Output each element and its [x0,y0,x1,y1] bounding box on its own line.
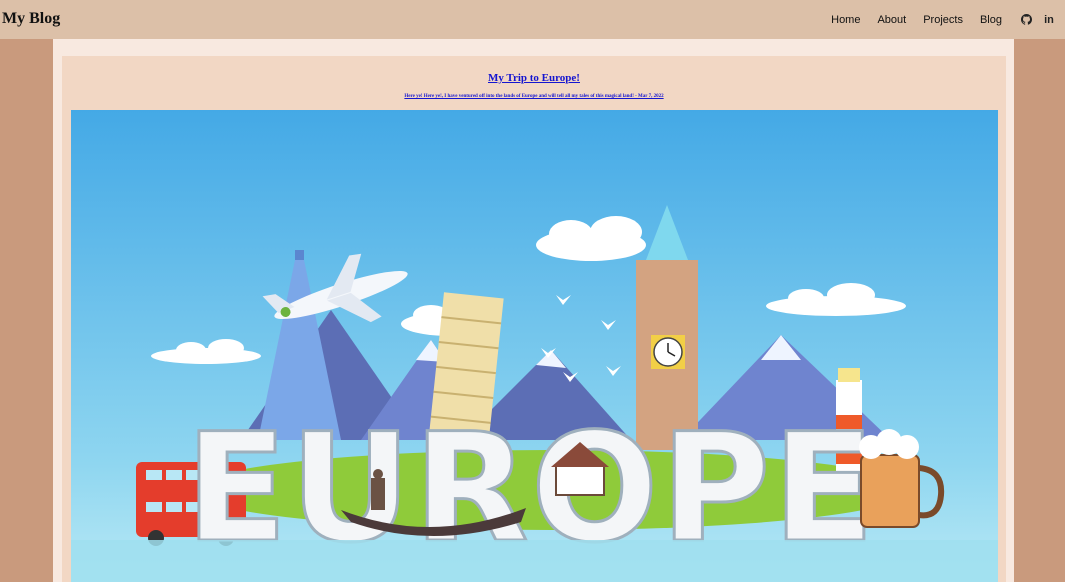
hero-image: EUROPE [71,110,998,582]
page-container: My Trip to Europe! Here ye! Here ye!, I … [53,39,1014,582]
linkedin-icon[interactable]: in [1042,13,1056,27]
nav-link-blog[interactable]: Blog [980,14,1002,26]
blog-post-card: My Trip to Europe! Here ye! Here ye!, I … [62,56,1006,582]
post-title-link[interactable]: My Trip to Europe! [62,72,1006,84]
top-navbar: My Blog Home About Projects Blog in [0,0,1065,39]
linkedin-glyph: in [1044,13,1054,26]
github-icon[interactable] [1019,13,1033,27]
nav-link-about[interactable]: About [877,14,906,26]
post-subtitle-link[interactable]: Here ye! Here ye!, I have ventured off i… [62,94,1006,99]
site-brand[interactable]: My Blog [2,10,60,28]
nav-links: Home About Projects Blog in [831,0,1065,39]
nav-link-home[interactable]: Home [831,14,860,26]
nav-link-projects[interactable]: Projects [923,14,963,26]
